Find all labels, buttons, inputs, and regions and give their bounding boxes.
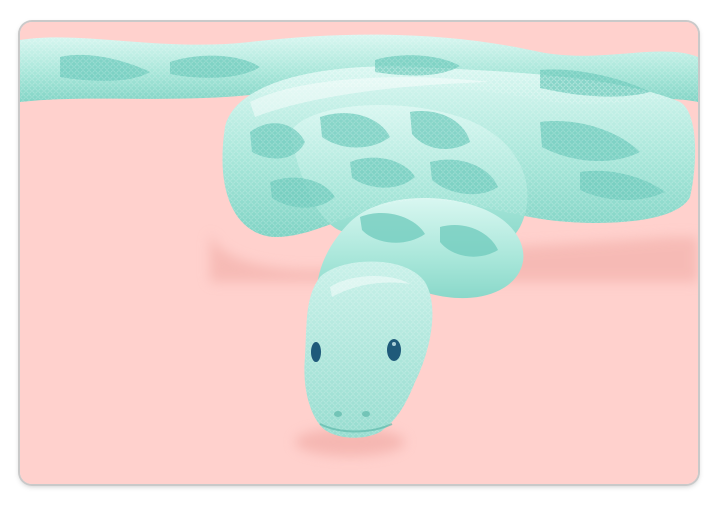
snake-artwork — [20, 22, 698, 484]
left-eye-icon — [311, 342, 321, 362]
laptop-skin-card — [20, 22, 698, 484]
stage — [0, 0, 718, 506]
